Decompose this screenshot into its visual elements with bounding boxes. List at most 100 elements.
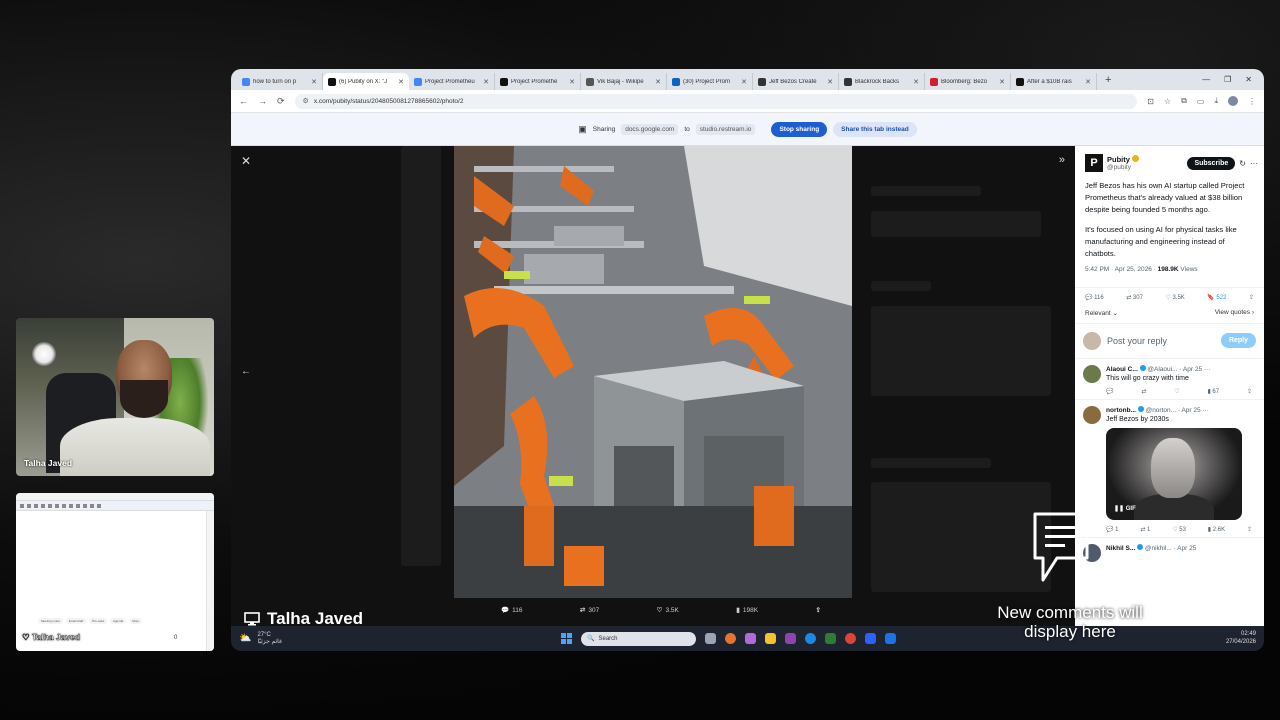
browser-tab[interactable]: Project Promethe ✕ [495,73,581,90]
forward-icon[interactable]: → [258,96,267,106]
share-icon[interactable]: ⇪ [1247,526,1252,533]
download-icon[interactable]: ⤓ [1214,96,1218,106]
pause-icon[interactable]: ❚❚ [1114,506,1124,512]
weather-widget[interactable]: 27°C غائم جزئيًا [257,632,282,645]
browser-tab[interactable]: how to turn on p ✕ [237,73,323,90]
site-info-icon[interactable]: ⚙ [303,97,309,105]
sort-dropdown[interactable]: Relevant ⌄ [1085,309,1118,317]
heart-icon[interactable]: ♡ [1174,388,1179,395]
sidebar-icon[interactable]: ▭ [1197,97,1205,106]
browser-tab[interactable]: Bloomberg: Bezo ✕ [925,73,1011,90]
reply-icon[interactable]: 💬 [1106,388,1113,395]
repost-button[interactable]: ⇄ 307 [1126,294,1143,301]
close-window-icon[interactable]: ✕ [1245,75,1252,84]
like-button[interactable]: ♡ 53 [1172,526,1186,533]
extensions-icon[interactable]: ⧉ [1181,96,1187,106]
close-tab-icon[interactable]: ✕ [569,78,575,86]
close-tab-icon[interactable]: ✕ [913,78,919,86]
reply-submit-button[interactable]: Reply [1220,333,1256,349]
viewer-repost-button[interactable]: ⇄ 307 [580,606,599,615]
views-button[interactable]: ▮ 2.6K [1208,526,1225,533]
reply-input[interactable]: Post your reply [1107,336,1215,346]
comment-replies: 1 [1115,526,1119,533]
sort-label: Relevant [1085,309,1111,317]
viewer-views-button[interactable]: ▮ 198K [736,606,758,615]
reload-icon[interactable]: ⟳ [277,96,285,107]
copilot-icon[interactable] [745,633,756,644]
browser-tab[interactable]: Blackrock Backs ✕ [839,73,925,90]
file-explorer-icon[interactable] [765,633,776,644]
new-tab-button[interactable]: + [1105,74,1111,86]
like-button[interactable]: ♡ 3.5K [1165,294,1184,301]
back-icon[interactable]: ← [239,96,248,106]
stop-sharing-button[interactable]: Stop sharing [771,121,828,137]
comment-author[interactable]: nortonb... [1106,407,1136,414]
close-tab-icon[interactable]: ✕ [398,78,404,86]
browser-tab[interactable]: (6) Pubity on X: "J ✕ [323,73,409,90]
app-icon[interactable] [865,633,876,644]
author-block[interactable]: Pubity @pubity [1107,155,1139,171]
close-tab-icon[interactable]: ✕ [741,78,747,86]
share-this-tab-button[interactable]: Share this tab instead [833,121,917,137]
comment-author[interactable]: Alaoui C... [1106,366,1138,373]
browser-tab[interactable]: Vik Bajaj - Wikipe ✕ [581,73,667,90]
reply-composer: Post your reply Reply [1075,322,1264,359]
close-tab-icon[interactable]: ✕ [1085,78,1091,86]
share-button[interactable]: ⇪ [1249,294,1254,301]
comment-item[interactable]: Nikhil S... @nikhil... · Apr 25 [1075,536,1264,566]
profile-avatar[interactable] [1228,96,1238,106]
tweet-time[interactable]: 5:42 PM · Apr 25, 2026 · [1085,266,1156,273]
store-icon[interactable] [825,633,836,644]
more-options-icon[interactable]: ··· [1202,407,1209,414]
grok-icon[interactable]: ↻ [1239,159,1246,168]
reply-button[interactable]: 💬 116 [1085,294,1104,301]
close-tab-icon[interactable]: ✕ [311,78,317,86]
avatar[interactable] [1083,364,1101,383]
bookmark-star-icon[interactable]: ☆ [1164,97,1171,106]
taskbar-search[interactable]: 🔍 Search [581,631,696,646]
subscribe-button[interactable]: Subscribe [1187,156,1236,170]
url-field[interactable]: ⚙ x.com/pubity/status/204805008127886560… [294,93,1138,109]
menu-icon[interactable]: ⋮ [1248,97,1256,106]
previous-photo-icon[interactable]: ← [241,366,251,377]
comment-item[interactable]: nortonb... @norton... · Apr 25 ··· Jeff … [1075,398,1264,537]
browser-tab[interactable]: Jeff Bezos Create ✕ [753,73,839,90]
close-tab-icon[interactable]: ✕ [655,78,661,86]
repost-button[interactable]: ⇄ 1 [1140,526,1150,533]
bookmark-button[interactable]: 🔖 522 [1207,294,1226,301]
share-icon[interactable]: ⇪ [1247,388,1252,395]
browser-tab[interactable]: (30) Project Prom ✕ [667,73,753,90]
viewer-like-button[interactable]: ♡ 3.5K [657,606,679,615]
more-options-icon[interactable]: ··· [1204,366,1211,373]
close-tab-icon[interactable]: ✕ [999,78,1005,86]
view-quotes-link[interactable]: View quotes › [1215,309,1254,317]
chrome-icon[interactable] [845,633,856,644]
viewer-share-button[interactable]: ⇪ [816,606,821,614]
comment-item[interactable]: Alaoui C... @Alaoui... · Apr 25 ··· This… [1075,359,1264,399]
viewer-reply-button[interactable]: 💬 116 [501,606,522,615]
views-button[interactable]: ▮ 67 [1207,388,1219,395]
install-icon[interactable]: ⊡ [1147,97,1154,106]
close-tab-icon[interactable]: ✕ [483,78,489,86]
maximize-icon[interactable]: ❐ [1224,75,1231,84]
browser-tab[interactable]: Project Prometheu ✕ [409,73,495,90]
edge-icon[interactable] [805,633,816,644]
close-viewer-icon[interactable]: ✕ [241,154,251,168]
browser-tab[interactable]: After a $10B rais ✕ [1011,73,1097,90]
repost-icon[interactable]: ⇄ [1141,388,1146,395]
reply-button[interactable]: 💬 1 [1106,526,1118,533]
more-options-icon[interactable]: ··· [1250,159,1258,168]
avatar[interactable] [1083,405,1101,424]
gif-media[interactable]: ❚❚ GIF [1106,427,1242,520]
minimize-icon[interactable]: — [1202,75,1210,84]
pubity-logo[interactable]: P [1085,154,1103,172]
comment-author[interactable]: Nikhil S... [1106,545,1135,552]
windows-start-icon[interactable] [561,633,572,644]
firefox-icon[interactable] [725,633,736,644]
media-app-icon[interactable] [785,633,796,644]
close-tab-icon[interactable]: ✕ [827,78,833,86]
docs-icon[interactable] [885,633,896,644]
expand-panel-icon[interactable]: » [1059,154,1065,166]
taskbar-clock[interactable]: 02:49 27/04/2026 [1226,631,1256,645]
task-view-icon[interactable] [705,633,716,644]
